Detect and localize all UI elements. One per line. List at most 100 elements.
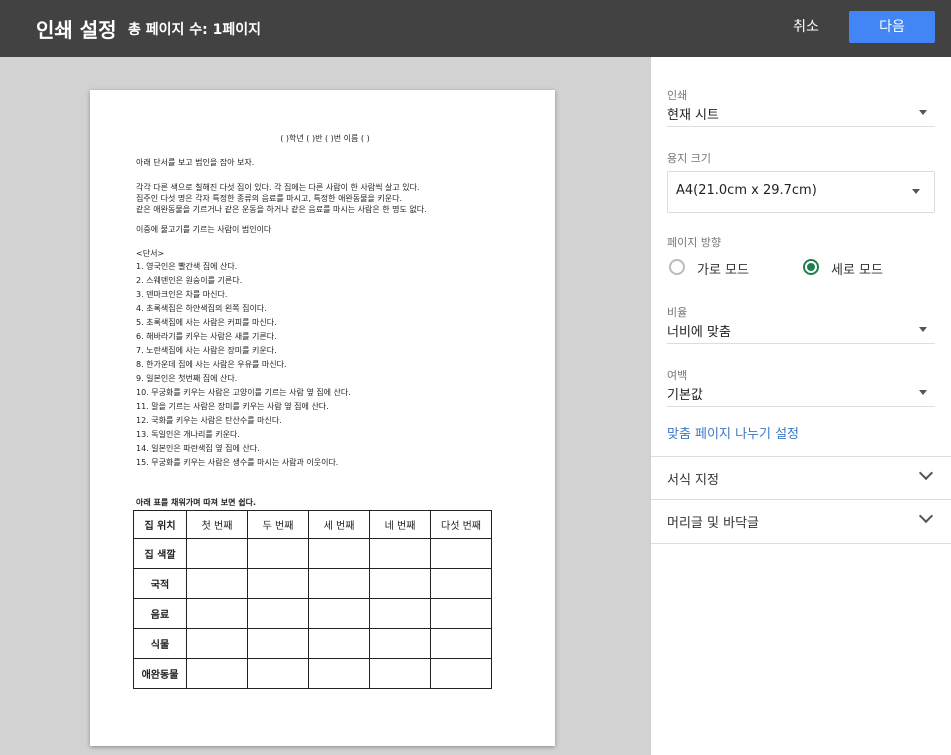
clue-item: 3. 덴마크인은 차를 마신다.	[136, 290, 228, 299]
scale-value: 너비에 맞춤	[667, 325, 731, 340]
print-label: 인쇄	[667, 89, 688, 102]
table-header-cell: 두 번째	[247, 510, 309, 539]
table-cell	[308, 628, 370, 659]
table-cell	[430, 598, 492, 629]
table-header-row: 집 위치 첫 번째 두 번째 세 번째 네 번째 다섯 번째	[133, 510, 492, 539]
header-footer-label: 머리글 및 바닥글	[667, 516, 759, 531]
table-cell	[186, 538, 248, 569]
clue-item: 5. 초록색집에 사는 사람은 커피를 마신다.	[136, 318, 277, 327]
table-header-cell: 다섯 번째	[430, 510, 492, 539]
table-header-cell: 집 위치	[133, 510, 187, 539]
table-row: 음료	[133, 598, 492, 629]
table-cell	[369, 598, 431, 629]
margin-value: 기본값	[667, 388, 703, 403]
table-cell	[186, 568, 248, 599]
table-header-cell: 세 번째	[308, 510, 370, 539]
clues-list: 1. 영국인은 빨간색 집에 산다. 2. 스웨덴인은 원숭이를 기른다. 3.…	[136, 260, 351, 470]
clue-item: 15. 무궁화를 키우는 사람은 생수를 마시는 사람과 이웃이다.	[136, 458, 339, 467]
question-text: 이중에 물고기를 기르는 사람이 범인이다	[136, 225, 272, 234]
dropdown-arrow-icon	[912, 189, 920, 194]
clue-item: 9. 일본인은 첫번째 집에 산다.	[136, 374, 238, 383]
intro-text: 아래 단서를 보고 범인을 잡아 보자.	[136, 158, 255, 167]
chevron-down-icon	[918, 508, 934, 524]
paper-size-label: 용지 크기	[667, 152, 711, 165]
table-header-cell: 네 번째	[369, 510, 431, 539]
table-cell	[186, 628, 248, 659]
row-label: 식물	[133, 628, 187, 659]
scale-select[interactable]: 너비에 맞춤	[667, 321, 935, 341]
table-cell	[308, 658, 370, 689]
table-cell	[186, 598, 248, 629]
clue-item: 12. 국화를 키우는 사람은 탄산수를 마신다.	[136, 416, 282, 425]
table-row: 집 색깔	[133, 538, 492, 569]
table-cell	[308, 598, 370, 629]
page-preview: ( )학년 ( )반 ( )번 이름 ( ) 아래 단서를 보고 범인을 잡아 …	[90, 90, 555, 746]
divider	[667, 406, 935, 407]
table-cell	[308, 568, 370, 599]
landscape-label: 가로 모드	[697, 263, 749, 278]
clue-item: 7. 노란색집에 사는 사람은 장미를 키운다.	[136, 346, 277, 355]
next-button[interactable]: 다음	[849, 11, 935, 43]
margin-label: 여백	[667, 369, 688, 382]
clue-item: 8. 한가운데 집에 사는 사람은 우유를 마신다.	[136, 360, 287, 369]
formatting-section[interactable]: 서식 지정	[651, 457, 951, 499]
formatting-label: 서식 지정	[667, 473, 719, 488]
row-label: 애완동물	[133, 658, 187, 689]
table-header-cell: 첫 번째	[186, 510, 248, 539]
table-cell	[308, 538, 370, 569]
paper-size-value: A4(21.0cm x 29.7cm)	[676, 183, 817, 198]
row-label: 집 색깔	[133, 538, 187, 569]
clue-item: 11. 말을 기르는 사람은 장미를 키우는 사람 옆 집에 산다.	[136, 402, 329, 411]
print-select[interactable]: 현재 시트	[667, 104, 935, 124]
table-cell	[430, 568, 492, 599]
table-cell	[247, 538, 309, 569]
scale-label: 비율	[667, 306, 688, 319]
page-title: 인쇄 설정	[36, 18, 117, 42]
clue-item: 4. 초록색집은 하얀색집의 왼쪽 집이다.	[136, 304, 267, 313]
clue-item: 14. 일본인은 파란색집 옆 집에 산다.	[136, 444, 260, 453]
name-line: ( )학년 ( )반 ( )번 이름 ( )	[280, 134, 370, 143]
print-value: 현재 시트	[667, 108, 719, 123]
table-cell	[430, 658, 492, 689]
clue-item: 13. 독일인은 개나리를 키운다.	[136, 430, 240, 439]
chevron-down-icon	[918, 465, 934, 481]
dropdown-arrow-icon	[919, 327, 927, 332]
row-label: 음료	[133, 598, 187, 629]
paragraph-line: 집주인 다섯 명은 각자 특정한 종류의 음료를 마시고, 특정한 애완동물을 …	[136, 194, 403, 203]
portrait-label: 세로 모드	[831, 263, 883, 278]
top-bar: 인쇄 설정 총 페이지 수: 1페이지 취소 다음	[0, 0, 951, 57]
table-cell	[430, 538, 492, 569]
table-cell	[369, 538, 431, 569]
clue-item: 2. 스웨덴인은 원숭이를 기른다.	[136, 276, 243, 285]
dropdown-arrow-icon	[919, 390, 927, 395]
paragraph-line: 같은 애완동물을 기르거나 같은 운동을 하거나 같은 음료를 마시는 사람은 …	[136, 205, 427, 214]
table-cell	[186, 658, 248, 689]
paper-size-select[interactable]: A4(21.0cm x 29.7cm)	[667, 171, 935, 213]
page-count: 총 페이지 수: 1페이지	[128, 22, 262, 38]
table-cell	[247, 628, 309, 659]
orientation-label: 페이지 방향	[667, 236, 722, 249]
print-preview-area[interactable]: ( )학년 ( )반 ( )번 이름 ( ) 아래 단서를 보고 범인을 잡아 …	[0, 57, 651, 755]
table-caption: 아래 표를 채워가며 따져 보면 쉽다.	[136, 498, 257, 507]
cancel-button[interactable]: 취소	[782, 14, 830, 40]
radio-off-icon	[669, 259, 685, 275]
table-row: 애완동물	[133, 658, 492, 689]
landscape-radio[interactable]: 가로 모드	[669, 259, 789, 278]
custom-page-breaks-link[interactable]: 맞춤 페이지 나누기 설정	[667, 423, 799, 442]
worksheet-table: 집 위치 첫 번째 두 번째 세 번째 네 번째 다섯 번째 집 색깔 국적 음	[133, 510, 492, 689]
margin-select[interactable]: 기본값	[667, 384, 935, 404]
table-cell	[369, 628, 431, 659]
portrait-radio[interactable]: 세로 모드	[803, 259, 923, 278]
settings-panel: 인쇄 현재 시트 용지 크기 A4(21.0cm x 29.7cm) 페이지 방…	[651, 57, 951, 755]
header-footer-section[interactable]: 머리글 및 바닥글	[651, 500, 951, 542]
divider	[667, 343, 935, 344]
paragraph-line: 각각 다른 색으로 칠해진 다섯 집이 있다. 각 집에는 다른 사람이 한 사…	[136, 183, 420, 192]
clue-item: 6. 해바라기를 키우는 사람은 새를 기른다.	[136, 332, 277, 341]
table-cell	[430, 628, 492, 659]
clue-item: 10. 무궁화를 키우는 사람은 고양이를 기르는 사람 옆 집에 산다.	[136, 388, 351, 397]
table-cell	[369, 568, 431, 599]
divider	[667, 126, 935, 127]
divider	[651, 543, 951, 544]
dropdown-arrow-icon	[919, 110, 927, 115]
radio-dot-icon	[807, 263, 815, 271]
